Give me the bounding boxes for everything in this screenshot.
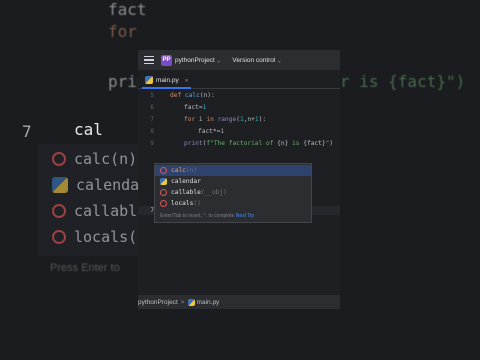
bg-code-line: fact [108, 0, 147, 19]
line-number: 7 [150, 116, 154, 123]
line-number: 6 [150, 104, 154, 111]
tab-label: main.py [156, 76, 179, 84]
error-icon [160, 167, 167, 174]
main-menu-icon[interactable] [144, 56, 154, 64]
version-control-menu[interactable]: Version control [232, 57, 275, 64]
python-file-icon [187, 298, 195, 306]
code-line-print: print(f"The factorial of {n} is {fact}") [184, 140, 334, 147]
close-icon[interactable]: ✕ [185, 77, 189, 84]
completion-item[interactable]: calc (n) [155, 165, 311, 176]
code-line-fact-init: fact=1 [184, 104, 207, 111]
breadcrumb-file[interactable]: main.py [197, 299, 220, 306]
chevron-down-icon: ⌄ [216, 56, 221, 64]
code-line-for: for i in range(1,n+1): [184, 116, 267, 123]
project-badge: PP [161, 54, 172, 66]
completion-item[interactable]: callable (__obj) [155, 187, 311, 198]
bg-completion-popup: calc(n) calendar callable( locals( [38, 144, 155, 256]
error-icon [160, 200, 167, 207]
line-number: 9 [150, 140, 154, 147]
error-icon [52, 230, 66, 244]
line-number: 5 [150, 92, 154, 99]
error-icon [52, 204, 66, 218]
python-icon [52, 177, 68, 193]
completion-popup: calc (n) calendar callable (__obj) locals(… [154, 163, 312, 223]
python-file-icon [145, 76, 153, 84]
title-bar: PP pythonProject ⌄ Version control ⌄ [138, 50, 340, 70]
code-line-fact-mul: fact*=i [198, 128, 225, 135]
current-line-number: 7 [150, 207, 154, 214]
tab-bar: main.py ✕ [138, 70, 340, 89]
error-icon [52, 152, 66, 166]
line-number: 8 [150, 128, 154, 135]
next-tip-link[interactable]: Next Tip [236, 213, 254, 219]
python-icon [160, 178, 167, 185]
code-line-def: def calc(n): [170, 92, 215, 99]
bg-code-line: for [108, 22, 137, 41]
breadcrumb-separator: > [180, 298, 185, 306]
project-selector[interactable]: pythonProject [175, 57, 215, 64]
completion-item[interactable]: locals() [155, 198, 311, 209]
tab-main-py[interactable]: main.py ✕ [142, 73, 192, 89]
chevron-down-icon: ⌄ [277, 56, 281, 64]
status-bar: pythonProject > main.py [138, 295, 340, 309]
breadcrumb-project[interactable]: pythonProject [138, 299, 178, 306]
completion-hint: Enter/Tab to insert, ^. to complete Next… [160, 213, 255, 219]
error-icon [160, 189, 167, 196]
bg-code-line: r is {fact}") [340, 72, 466, 91]
bg-line-number: 7 [22, 122, 32, 141]
bg-hint: Press Enter to [50, 262, 120, 274]
completion-item[interactable]: calendar [155, 176, 311, 187]
bg-typed-text: cal [74, 120, 103, 139]
